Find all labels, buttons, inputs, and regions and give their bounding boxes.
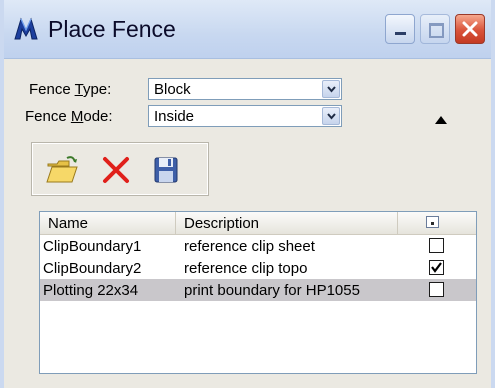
row-description: reference clip topo xyxy=(184,260,308,277)
save-disk-icon[interactable] xyxy=(149,154,183,186)
fence-mode-row: Fence Mode: Inside xyxy=(24,105,354,127)
checkmark-icon xyxy=(431,262,442,273)
place-fence-dialog: Place Fence Fence Type: Block Fence Mode… xyxy=(0,0,495,388)
close-icon xyxy=(462,21,478,37)
maximize-button[interactable] xyxy=(420,14,450,44)
fence-list[interactable]: Name Description ClipBoundary1 reference… xyxy=(39,211,477,374)
collapse-triangle-icon[interactable] xyxy=(434,115,448,125)
row-display-checkbox[interactable] xyxy=(429,260,444,275)
delete-x-icon[interactable] xyxy=(99,154,133,186)
list-header: Name Description xyxy=(40,212,476,235)
fence-mode-value: Inside xyxy=(154,108,195,125)
row-name: ClipBoundary2 xyxy=(43,260,142,277)
fence-type-select[interactable]: Block xyxy=(148,78,342,100)
row-display-checkbox[interactable] xyxy=(429,282,444,297)
list-row[interactable]: ClipBoundary2 reference clip topo xyxy=(40,257,476,279)
list-row-selected[interactable]: Plotting 22x34 print boundary for HP1055 xyxy=(40,279,476,301)
chevron-down-icon xyxy=(327,113,336,120)
fence-mode-select[interactable]: Inside xyxy=(148,105,342,127)
fence-toolbar xyxy=(31,142,209,196)
fence-type-row: Fence Type: Block xyxy=(24,78,354,100)
fence-mode-label: Fence Mode: xyxy=(25,108,113,125)
row-description: reference clip sheet xyxy=(184,238,315,255)
fence-type-label: Fence Type: xyxy=(29,81,112,98)
row-display-checkbox[interactable] xyxy=(429,238,444,253)
microstation-logo-icon xyxy=(14,17,38,40)
column-header-description[interactable]: Description xyxy=(176,212,398,234)
row-name: Plotting 22x34 xyxy=(43,282,139,299)
fence-type-dropdown-button[interactable] xyxy=(322,80,340,98)
window-title: Place Fence xyxy=(48,16,176,42)
column-header-display[interactable] xyxy=(398,212,476,234)
close-button[interactable] xyxy=(455,14,485,44)
fence-type-value: Block xyxy=(154,81,191,98)
list-row[interactable]: ClipBoundary1 reference clip sheet xyxy=(40,235,476,257)
column-header-name[interactable]: Name xyxy=(40,212,176,234)
minimize-button[interactable] xyxy=(385,14,415,44)
fence-mode-dropdown-button[interactable] xyxy=(322,107,340,125)
chevron-down-icon xyxy=(327,86,336,93)
row-name: ClipBoundary1 xyxy=(43,238,142,255)
display-toggle-icon xyxy=(426,216,439,228)
title-bar[interactable]: Place Fence xyxy=(4,0,491,59)
open-folder-icon[interactable] xyxy=(45,154,79,186)
row-description: print boundary for HP1055 xyxy=(184,282,360,299)
